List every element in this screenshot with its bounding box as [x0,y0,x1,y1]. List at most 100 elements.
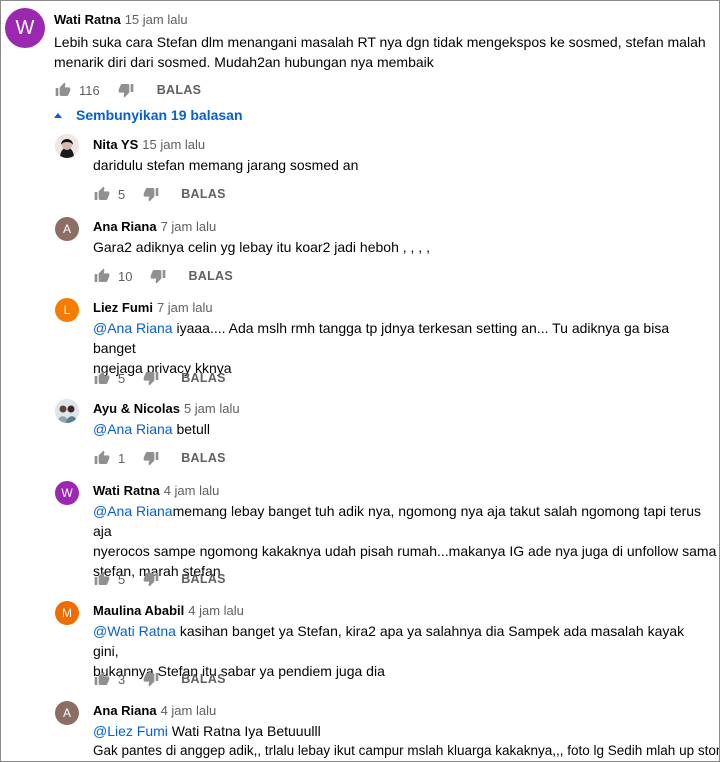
like-count: 1 [118,450,126,466]
comment-actions: 10 BALAS [94,266,233,286]
comment-time[interactable]: 15 jam lalu [125,12,188,27]
comment-author[interactable]: Ana Riana 4 jam lalu [93,703,216,718]
thumbs-down-icon[interactable] [143,370,159,386]
author-name[interactable]: Ayu & Nicolas [93,401,180,416]
thumbs-up-icon[interactable] [94,268,110,284]
like-count: 116 [79,82,100,98]
like-count: 5 [118,370,126,386]
hide-replies-toggle[interactable]: Sembunyikan 19 balasan [54,107,243,123]
comment-line-2: menarik diri dari sosmed. Mudah2an hubun… [54,54,434,70]
comment-actions: 3 BALAS [94,669,226,689]
like-count: 3 [118,671,126,687]
comment-author[interactable]: Nita YS 15 jam lalu [93,137,205,152]
author-name[interactable]: Nita YS [93,137,138,152]
like-count: 10 [118,268,133,284]
reply-button[interactable]: BALAS [188,269,233,283]
hide-replies-label: Sembunyikan 19 balasan [76,107,243,123]
thumbs-up-icon[interactable] [94,450,110,466]
comment-text: Gara2 adiknya celin yg lebay itu koar2 j… [93,237,713,257]
like-count: 5 [118,571,126,587]
comments-panel: W Wati Ratna 15 jam lalu Lebih suka cara … [0,0,720,762]
comment-line: @Ana Rianamemang lebay banget tuh adik n… [93,501,718,541]
mention-link[interactable]: @Ana Riana [93,421,173,437]
comment-line-text: kasihan banget ya Stefan, kira2 apa ya s… [93,623,685,659]
comment-actions: 5 BALAS [94,569,226,589]
author-name[interactable]: Wati Ratna [93,483,160,498]
avatar[interactable] [55,399,79,423]
thumbs-up-icon[interactable] [94,671,110,687]
avatar[interactable] [55,134,79,158]
comment-line: nyerocos sampe ngomong kakaknya udah pis… [93,543,717,559]
thumbs-up-icon[interactable] [94,571,110,587]
comment-line: daridulu stefan memang jarang sosmed an [93,157,359,173]
mention-link[interactable]: @Ana Riana [93,320,173,336]
like-count: 5 [118,186,126,202]
comment-author[interactable]: Ana Riana 7 jam lalu [93,219,216,234]
caret-up-icon [54,112,62,118]
avatar[interactable]: A [55,217,79,241]
avatar-photo-icon [55,399,79,423]
mention-link[interactable]: @Liez Fumi [93,723,168,739]
comment-text: daridulu stefan memang jarang sosmed an [93,155,713,175]
reply-button[interactable]: BALAS [157,83,202,97]
avatar[interactable]: M [55,601,79,625]
avatar-photo-icon [55,134,79,158]
comment-author[interactable]: Ayu & Nicolas 5 jam lalu [93,401,240,416]
thumbs-down-icon[interactable] [143,186,159,202]
comment-line: @Liez Fumi Wati Ratna Iya Betuuulll [93,721,719,741]
comment-time[interactable]: 4 jam lalu [164,483,220,498]
thumbs-up-icon[interactable] [55,82,71,98]
comment-time[interactable]: 4 jam lalu [188,603,244,618]
comment-author[interactable]: Liez Fumi 7 jam lalu [93,300,213,315]
comment-line: Gak pantes di anggep adik,, trlalu lebay… [93,743,720,758]
comment-actions: 116 BALAS [55,80,201,100]
comment-actions: 1 BALAS [94,448,226,468]
comment-author[interactable]: Wati Ratna 4 jam lalu [93,483,219,498]
author-name[interactable]: Ana Riana [93,219,157,234]
comment-text: @Ana Riana betull [93,419,713,439]
comment-author[interactable]: Wati Ratna 15 jam lalu [54,12,188,27]
comment-author[interactable]: Maulina Ababil 4 jam lalu [93,603,244,618]
comment-time[interactable]: 5 jam lalu [184,401,240,416]
comment-actions: 5 BALAS [94,368,226,388]
author-name[interactable]: Wati Ratna [54,12,121,27]
avatar[interactable]: W [55,481,79,505]
thumbs-down-icon[interactable] [143,671,159,687]
author-name[interactable]: Liez Fumi [93,300,153,315]
comment-line: @Ana Riana iyaaa.... Ada mslh rmh tangga… [93,318,713,358]
comment-line-text: memang lebay banget tuh adik nya, ngomon… [93,503,702,539]
thumbs-up-icon[interactable] [94,186,110,202]
thumbs-down-icon[interactable] [143,571,159,587]
thumbs-up-icon[interactable] [94,370,110,386]
comment-line-text: iyaaa.... Ada mslh rmh tangga tp jdnya t… [93,320,670,356]
avatar[interactable]: L [55,298,79,322]
comment-line-text: Wati Ratna Iya Betuuulll [167,723,321,739]
comment-time[interactable]: 15 jam lalu [142,137,205,152]
comment-time[interactable]: 7 jam lalu [157,300,213,315]
reply-button[interactable]: BALAS [181,672,226,686]
comment-text: @Liez Fumi Wati Ratna Iya Betuuulll Gak … [93,721,719,761]
reply-button[interactable]: BALAS [181,187,226,201]
mention-link[interactable]: @Wati Ratna [93,623,176,639]
reply-button[interactable]: BALAS [181,451,226,465]
avatar[interactable]: A [55,701,79,725]
reply-button[interactable]: BALAS [181,572,226,586]
author-name[interactable]: Maulina Ababil [93,603,184,618]
top-comment: W Wati Ratna 15 jam lalu Lebih suka cara … [1,1,719,101]
comment-line-1: Lebih suka cara Stefan dlm menangani mas… [54,34,706,50]
reply-button[interactable]: BALAS [181,371,226,385]
comment-line-text: betull [172,421,210,437]
comment-time[interactable]: 4 jam lalu [161,703,217,718]
comment-line: Gara2 adiknya celin yg lebay itu koar2 j… [93,239,430,255]
avatar[interactable]: W [5,8,45,48]
comment-text: Lebih suka cara Stefan dlm menangani mas… [54,32,714,72]
thumbs-down-icon[interactable] [143,450,159,466]
thumbs-down-icon[interactable] [118,82,134,98]
author-name[interactable]: Ana Riana [93,703,157,718]
comment-actions: 5 BALAS [94,184,226,204]
thumbs-down-icon[interactable] [150,268,166,284]
comment-time[interactable]: 7 jam lalu [161,219,217,234]
comment-line: @Wati Ratna kasihan banget ya Stefan, ki… [93,621,713,661]
mention-link[interactable]: @Ana Riana [93,503,173,519]
comment-line: @Ana Riana betull [93,419,713,439]
